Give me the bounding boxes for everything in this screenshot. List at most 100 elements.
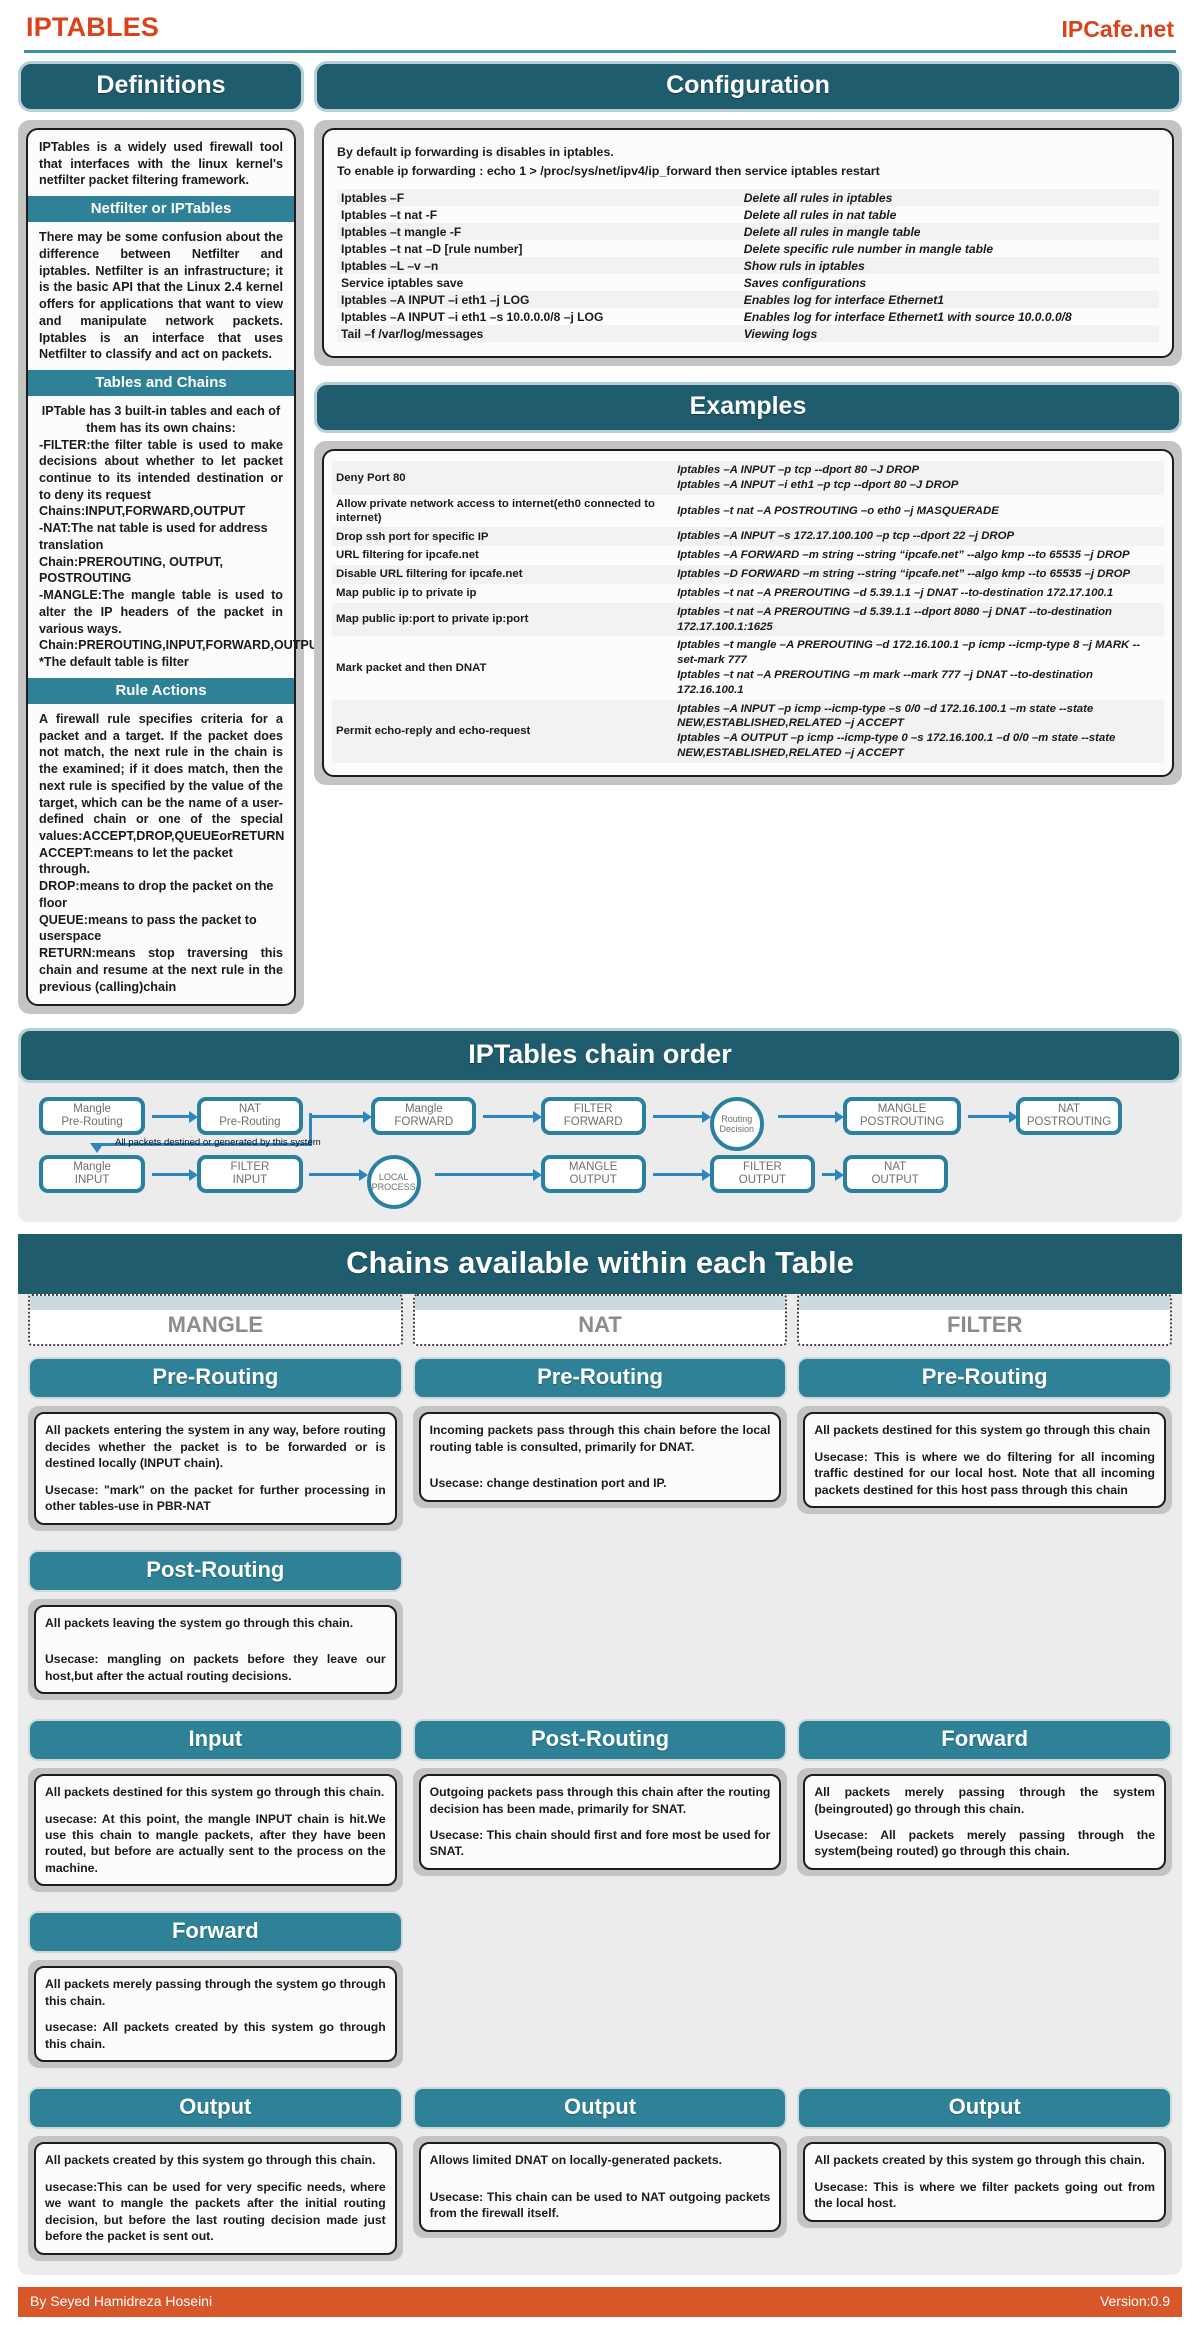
example-label: Allow private network access to internet…	[336, 497, 656, 525]
top-bar: IPTABLES IPCafe.net	[0, 0, 1200, 47]
example-label: Map public ip:port to private ip:port	[336, 613, 529, 626]
command-row: Iptables –t mangle -F Delete all rules in…	[337, 223, 1159, 241]
command-description: Delete all rules in iptables	[743, 190, 893, 205]
mangle-postrouting-title: Post-Routing	[28, 1549, 403, 1592]
mangle-input-usecase: usecase: At this point, the mangle INPUT…	[45, 1811, 386, 1875]
mangle-postrouting-usecase: Usecase: mangling on packets before they…	[45, 1652, 386, 1683]
nat-postrouting-body: Outgoing packets pass through this chain…	[429, 1785, 771, 1816]
nat-output-title: Output	[412, 2087, 788, 2130]
nat-prerouting-cell: Pre-Routing Incoming packets pass throug…	[412, 1348, 788, 1508]
example-label: Permit echo-reply and echo-request	[336, 725, 531, 738]
example-label: Deny Port 80	[336, 471, 406, 484]
return-desc: RETURN:means stop traversing this chain …	[39, 946, 283, 994]
configuration-heading: Configuration	[314, 61, 1182, 112]
footer-version: Version:0.9	[1099, 2292, 1170, 2309]
mangle-postrouting-body: All packets leaving the system go throug…	[45, 1615, 354, 1630]
example-label: Map public ip to private ip	[336, 587, 477, 600]
example-label: Disable URL filtering for ipcafe.net	[336, 568, 523, 581]
example-row: Mark packet and then DNAT Iptables –t man…	[332, 636, 1164, 699]
command-row: Iptables –L –v –n Show ruls in iptables	[337, 257, 1159, 275]
diagram-arrow	[309, 1110, 373, 1123]
mangle-output-usecase: usecase:This can be used for very specif…	[45, 2179, 386, 2244]
queue-desc: QUEUE:means to pass the packet to usersp…	[39, 912, 257, 944]
example-row: Drop ssh port for specific IP Iptables –A…	[332, 527, 1164, 547]
command-text: Iptables –F	[341, 190, 405, 205]
command-description: Delete all rules in mangle table	[743, 224, 921, 239]
mangle-prerouting-cell: Pre-Routing All packets entering the sys…	[28, 1348, 403, 1531]
config-intro: By default ip forwarding is disables in …	[337, 143, 1159, 180]
table-column-nat: NAT	[412, 1294, 788, 1347]
diagram-node: MANGLE OUTPUT	[540, 1155, 646, 1194]
mangle-output-body: All packets created by this system go th…	[45, 2153, 376, 2168]
tables-intro: IPTable has 3 built-in tables and each o…	[41, 404, 281, 435]
diagram-arrow	[968, 1110, 1018, 1123]
table-label-filter: FILTER	[947, 1312, 1023, 1338]
nat-prerouting-body: Incoming packets pass through this chain…	[429, 1423, 771, 1454]
mangle-forward-cell: Forward All packets merely passing throu…	[28, 1902, 403, 2069]
output-row: Output All packets created by this syste…	[18, 2078, 1182, 2261]
filter-forward-title: Forward	[797, 1719, 1173, 1762]
example-row: Map public ip:port to private ip:port Ipt…	[332, 602, 1164, 637]
mangle-input-title: Input	[28, 1719, 403, 1762]
mangle-forward-usecase: usecase: All packets created by this sys…	[45, 2020, 386, 2051]
command-description: Delete all rules in nat table	[743, 207, 897, 222]
second-chain-row: Input All packets destined for this syst…	[18, 1710, 1182, 1893]
examples-table: Deny Port 80 Iptables –A INPUT –p tcp --d…	[332, 461, 1164, 763]
filter-output-cell: Output All packets created by this syste…	[797, 2078, 1173, 2228]
diagram-arrow	[483, 1110, 543, 1123]
page-title: IPTABLES	[26, 12, 160, 42]
command-text: Iptables –t nat –D [rule number]	[341, 241, 523, 256]
filter-prerouting-title: Pre-Routing	[797, 1357, 1173, 1400]
command-row: Iptables –t nat –D [rule number] Delete s…	[337, 240, 1159, 257]
filter-forward-usecase: Usecase: All packets merely passing thro…	[814, 1828, 1156, 1859]
diagram-arrow	[151, 1110, 199, 1123]
mangle-output-cell: Output All packets created by this syste…	[28, 2078, 403, 2261]
header-divider	[24, 50, 1176, 53]
chains-available-section: Chains available within each Table MANGL…	[0, 1234, 1200, 2275]
filter-table-desc: -FILTER:the filter table is used to make…	[39, 437, 283, 502]
diagram-arrow	[652, 1168, 712, 1181]
example-row: Deny Port 80 Iptables –A INPUT –p tcp --d…	[332, 461, 1164, 495]
diagram-node: MANGLE POSTROUTING	[842, 1097, 962, 1136]
example-row: Map public ip to private ip Iptables –t n…	[332, 584, 1164, 603]
filter-prerouting-cell: Pre-Routing All packets destined for thi…	[797, 1348, 1173, 1515]
mangle-chains: Chain:PREROUTING,INPUT,FORWARD,OUTPUT,PO…	[39, 638, 421, 653]
example-command: Iptables –t nat –A POSTROUTING –o eth0 –…	[677, 504, 999, 517]
infographic-page: IPTABLES IPCafe.net Definitions IPTables…	[0, 0, 1200, 2317]
example-command: Iptables –t nat –A PREROUTING –d 5.39.1.…	[677, 605, 1112, 633]
mangle-prerouting-title: Pre-Routing	[28, 1357, 403, 1400]
command-text: Iptables –t nat -F	[341, 207, 438, 222]
example-command: Iptables –D FORWARD –m string --string “…	[677, 568, 1131, 581]
diagram-node: Mangle Pre-Routing	[39, 1097, 145, 1136]
example-command: Iptables –t mangle –A PREROUTING –d 172.…	[677, 639, 1141, 696]
chain-order-title: IPTables chain order	[18, 1028, 1182, 1084]
command-row: Iptables –A INPUT –i eth1 –j LOG Enables …	[337, 291, 1159, 309]
command-row: Iptables –F Delete all rules in iptables	[337, 189, 1159, 207]
command-text: Iptables –A INPUT –i eth1 –s 10.0.0.0/8 …	[341, 309, 604, 324]
diagram-node: NAT OUTPUT	[842, 1155, 948, 1194]
drop-desc: DROP:means to drop the packet on the flo…	[39, 879, 274, 910]
nat-output-usecase: Usecase: This chain can be used to NAT o…	[429, 2189, 771, 2221]
example-command: Iptables –A INPUT –s 172.17.100.100 –p t…	[677, 530, 1015, 543]
nat-output-body: Allows limited DNAT on locally-generated…	[429, 2153, 723, 2168]
mangle-output-title: Output	[28, 2087, 403, 2130]
nat-prerouting-usecase: Usecase: change destination port and IP.	[429, 1476, 667, 1491]
diagram-node: Routing Decision	[709, 1097, 764, 1152]
filter-prerouting-usecase: Usecase: This is where we do filtering f…	[814, 1449, 1156, 1497]
accept-desc: ACCEPT:means to let the packet through.	[39, 845, 233, 877]
mangle-input-body: All packets destined for this system go …	[45, 1785, 385, 1800]
command-description: Viewing logs	[743, 326, 818, 341]
nat-cap	[414, 1296, 786, 1311]
chain-order-section: IPTables chain order Mangle Pre-Routing NA…	[0, 1028, 1200, 1223]
configuration-panel: By default ip forwarding is disables in …	[314, 120, 1182, 367]
footer-author: By Seyed Hamidreza Hoseini	[30, 2292, 213, 2309]
filter-forward-cell: Forward All packets merely passing throu…	[797, 1710, 1173, 1876]
example-row: Disable URL filtering for ipcafe.net Ipta…	[332, 565, 1164, 584]
chains-available-title: Chains available within each Table	[18, 1234, 1182, 1295]
filter-cap	[799, 1296, 1171, 1311]
example-command: Iptables –A INPUT –p tcp --dport 80 –J D…	[677, 464, 959, 492]
diagram-node: NAT Pre-Routing	[197, 1097, 303, 1136]
example-row: Allow private network access to internet…	[332, 495, 1164, 528]
mangle-postrouting-cell: Post-Routing All packets leaving the sys…	[28, 1541, 403, 1701]
tables-subheading: Tables and Chains	[28, 370, 294, 397]
